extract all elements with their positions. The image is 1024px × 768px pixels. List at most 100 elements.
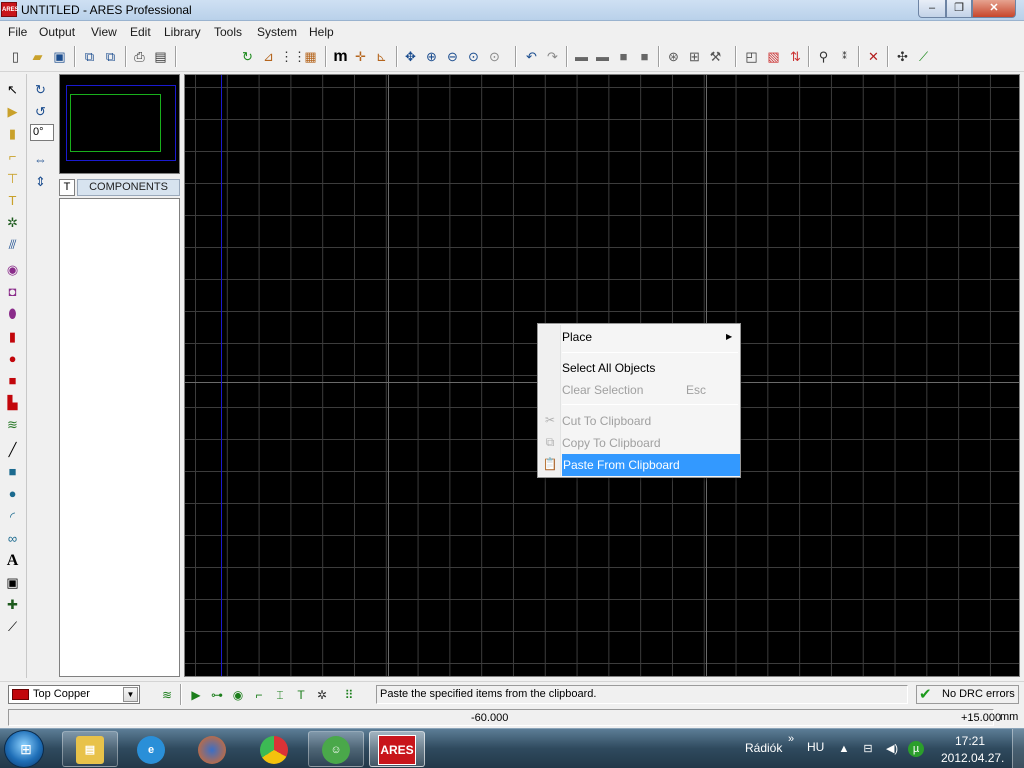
overview-window[interactable] <box>59 74 180 174</box>
grid-icon[interactable]: ⋮⋮ <box>280 47 306 66</box>
ratsnest-icon[interactable]: ✲ <box>3 213 22 232</box>
marker-icon[interactable]: ✚ <box>3 595 22 614</box>
component-icon[interactable]: ▶ <box>3 102 22 121</box>
zoom-out-icon[interactable]: ⊖ <box>443 47 462 66</box>
block-move-icon[interactable]: ▬ <box>593 47 612 66</box>
taskbar-ares[interactable]: ARES <box>369 731 425 767</box>
ctx-select-all[interactable]: Select All Objects <box>540 357 738 379</box>
zoom-in-icon[interactable]: ⊕ <box>422 47 441 66</box>
network-icon[interactable]: ⊟ <box>860 741 876 757</box>
layer-selector[interactable]: Top Copper ▼ <box>8 685 140 704</box>
metric-icon[interactable]: m <box>331 47 350 66</box>
start-button[interactable]: ⊞ <box>4 730 44 768</box>
menu-file[interactable]: File <box>8 25 27 39</box>
filter-pad-icon[interactable]: ⊶ <box>208 686 226 704</box>
polygonal-pad-icon[interactable]: ▙ <box>3 393 22 412</box>
origin-icon[interactable]: ✛ <box>351 47 370 66</box>
autoplacer-icon[interactable]: ✕ <box>864 47 883 66</box>
round-pad-icon[interactable]: ◉ <box>3 260 22 279</box>
zoom-area-icon[interactable]: ⊙ <box>485 47 504 66</box>
via-icon[interactable]: ⊤ <box>3 169 22 188</box>
layers-icon[interactable]: ≋ <box>158 686 176 704</box>
select-icon[interactable]: ↖ <box>3 80 22 99</box>
menu-system[interactable]: System <box>257 25 297 39</box>
connectivity-icon[interactable]: ◰ <box>742 47 761 66</box>
clock-time[interactable]: 17:21 <box>955 734 985 748</box>
close-button[interactable]: ✕ <box>972 0 1016 18</box>
zone-icon[interactable]: T <box>3 191 22 210</box>
menu-output[interactable]: Output <box>39 25 75 39</box>
menu-edit[interactable]: Edit <box>130 25 151 39</box>
circular-smt-icon[interactable]: ● <box>3 349 22 368</box>
track-icon[interactable]: ⌐ <box>3 147 22 166</box>
3d-view-icon[interactable]: ⟋ <box>914 47 933 66</box>
block-delete-icon[interactable]: ■ <box>635 47 654 66</box>
rotate-clockwise-icon[interactable]: ↻ <box>31 80 50 99</box>
maximize-button[interactable]: ❐ <box>946 0 972 18</box>
minimize-button[interactable]: – <box>918 0 946 18</box>
property-assign-icon[interactable]: ⁑ <box>835 47 854 66</box>
undo-icon[interactable]: ↶ <box>522 47 541 66</box>
ctx-paste[interactable]: 📋 Paste From Clipboard <box>540 454 740 476</box>
pick-parts-icon[interactable]: ⊛ <box>664 47 683 66</box>
arc-icon[interactable]: ◜ <box>3 507 22 526</box>
volume-icon[interactable]: ◀) <box>884 741 900 757</box>
gerber-icon[interactable]: ⊿ <box>259 47 278 66</box>
language-indicator[interactable]: HU <box>807 740 824 754</box>
zoom-all-icon[interactable]: ⊙ <box>464 47 483 66</box>
print-setup-icon[interactable]: ▤ <box>151 47 170 66</box>
edge-pad-icon[interactable]: ▮ <box>3 327 22 346</box>
padstack-icon[interactable]: ≋ <box>3 415 22 434</box>
decompose-icon[interactable]: ⚒ <box>706 47 725 66</box>
filter-component-icon[interactable]: ▶ <box>187 686 205 704</box>
pan-icon[interactable]: ✥ <box>401 47 420 66</box>
menu-help[interactable]: Help <box>309 25 334 39</box>
save-icon[interactable]: ▣ <box>50 47 69 66</box>
filter-via-icon[interactable]: ◉ <box>229 686 247 704</box>
export-icon[interactable]: ⧉ <box>101 47 120 66</box>
flip-horizontal-icon[interactable]: ⇔ <box>31 150 50 169</box>
ctx-place[interactable]: Place ▶ <box>540 326 738 348</box>
menu-view[interactable]: View <box>91 25 117 39</box>
tray-expand-icon[interactable]: » <box>788 733 794 745</box>
box-icon[interactable]: ■ <box>3 462 22 481</box>
show-desktop-button[interactable] <box>1012 729 1024 768</box>
chevron-down-icon[interactable]: ▼ <box>123 687 138 702</box>
false-origin-icon[interactable]: ⊾ <box>372 47 391 66</box>
path-icon[interactable]: ∞ <box>3 529 22 548</box>
taskbar-explorer[interactable]: ▤ <box>62 731 118 767</box>
circle-icon[interactable]: ● <box>3 484 22 503</box>
show-hidden-icons-icon[interactable]: ▲ <box>836 741 852 757</box>
rect-smt-icon[interactable]: ■ <box>3 371 22 390</box>
filter-graphics-icon[interactable]: ⠿ <box>340 686 358 704</box>
block-rotate-icon[interactable]: ■ <box>614 47 633 66</box>
components-tab-button[interactable]: T <box>59 179 75 196</box>
package-icon[interactable]: ▮ <box>3 124 22 143</box>
ratsnest-icon[interactable]: ⇅ <box>786 47 805 66</box>
redo-icon[interactable]: ↷ <box>543 47 562 66</box>
taskbar-firefox[interactable] <box>184 731 240 767</box>
taskbar-internet-explorer[interactable]: e <box>123 731 179 767</box>
flip-vertical-icon[interactable]: ⇕ <box>31 172 50 191</box>
drill-icon[interactable]: ▦ <box>301 47 320 66</box>
drc-status[interactable]: ✔ No DRC errors <box>916 685 1019 704</box>
import-icon[interactable]: ⧉ <box>80 47 99 66</box>
tray-radio-label[interactable]: Rádiók <box>745 741 782 755</box>
utorrent-icon[interactable]: µ <box>908 741 924 757</box>
line-icon[interactable]: ╱ <box>3 440 22 459</box>
connectivity-icon[interactable]: ⫻ <box>3 235 22 254</box>
menu-tools[interactable]: Tools <box>214 25 242 39</box>
text-icon[interactable]: A <box>3 551 22 570</box>
dimension-icon[interactable]: ⟋ <box>3 617 22 636</box>
filter-text-icon[interactable]: T <box>292 686 310 704</box>
taskbar-messenger[interactable]: ☺ <box>308 731 364 767</box>
new-file-icon[interactable]: ▯ <box>6 47 25 66</box>
print-icon[interactable]: ⎙ <box>130 47 149 66</box>
design-rules-icon[interactable]: ▧ <box>764 47 783 66</box>
filter-zone-icon[interactable]: ⌶ <box>271 686 289 704</box>
filter-ratsnest-icon[interactable]: ✲ <box>313 686 331 704</box>
autorouter-icon[interactable]: ✣ <box>893 47 912 66</box>
block-copy-icon[interactable]: ▬ <box>572 47 591 66</box>
menu-library[interactable]: Library <box>164 25 201 39</box>
dil-pad-icon[interactable]: ⬮ <box>3 304 22 323</box>
